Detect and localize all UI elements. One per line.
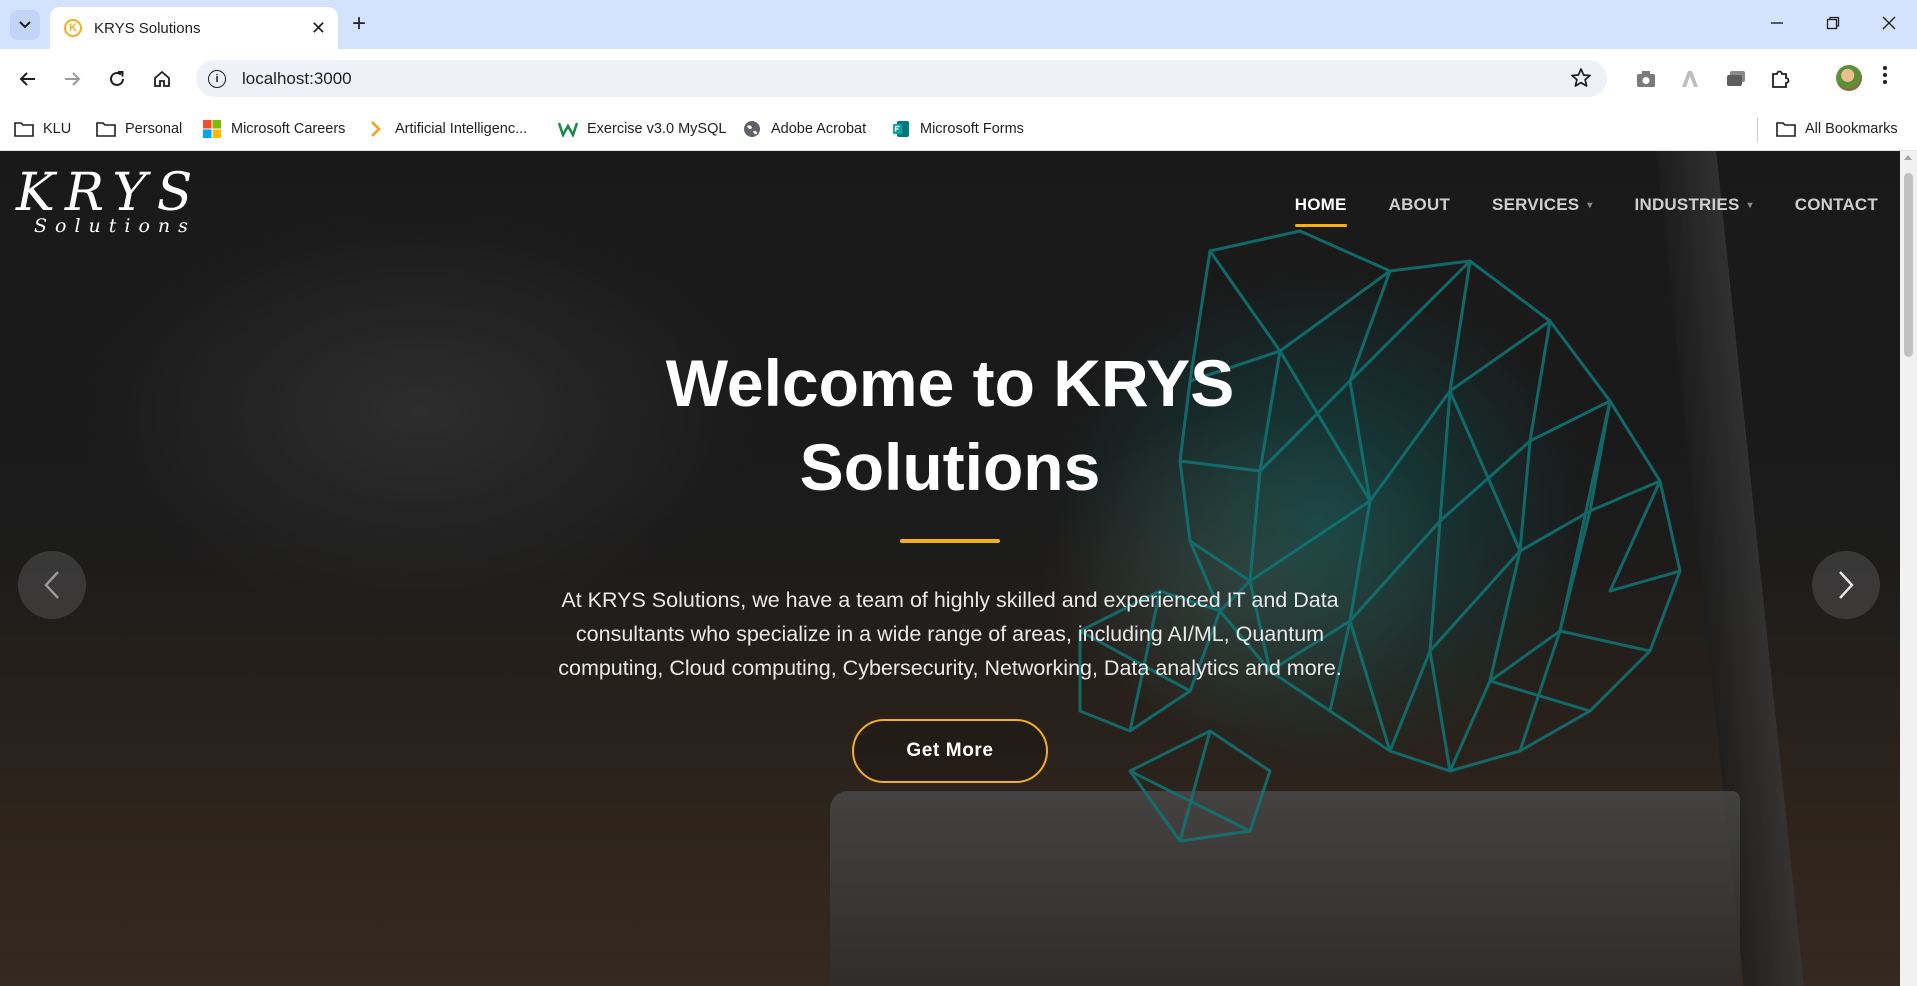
hero-accent-divider	[900, 539, 1000, 543]
nav-label: CONTACT	[1794, 195, 1878, 214]
bookmark-label: Microsoft Careers	[231, 121, 346, 137]
all-bookmarks-label: All Bookmarks	[1805, 121, 1898, 137]
globe-icon	[742, 119, 762, 139]
arrow-right-icon	[65, 72, 81, 86]
minimize-icon[interactable]	[1770, 12, 1784, 36]
restore-icon[interactable]	[1826, 12, 1840, 36]
nav-label: HOME	[1294, 195, 1347, 214]
extension-a-icon[interactable]	[1678, 67, 1702, 91]
reload-icon	[110, 71, 124, 86]
hero-description: At KRYS Solutions, we have a team of hig…	[558, 588, 1342, 680]
bookmark-label: Personal	[125, 121, 183, 137]
bookmarks-bar: KLU Personal Microsoft Careers Artificia…	[0, 109, 1917, 151]
site-info-icon[interactable]: i	[208, 69, 226, 88]
forms-icon	[891, 119, 911, 139]
hero-title: Welcome to KRYS Solutions	[500, 341, 1400, 509]
camera-icon[interactable]	[1634, 67, 1658, 91]
krys-logo[interactable]: KRYS Solutions	[16, 165, 202, 237]
carousel-next-button[interactable]	[1812, 551, 1880, 619]
arrow-left-icon	[19, 72, 35, 86]
folder-icon	[96, 119, 116, 139]
nav-services[interactable]: SERVICES ▾	[1492, 195, 1593, 215]
folder-icon	[14, 119, 34, 139]
bookmark-star-icon[interactable]	[1569, 66, 1593, 95]
chevron-right-icon	[366, 119, 386, 139]
new-tab-button[interactable]: +	[352, 12, 366, 36]
bookmark-exercise-mysql[interactable]: Exercise v3.0 MySQL	[558, 119, 726, 139]
hero-title-line1: Welcome to KRYS	[665, 346, 1235, 420]
browser-toolbar: i localhost:3000	[0, 49, 1917, 109]
bookmark-personal[interactable]: Personal	[96, 119, 182, 139]
bookmark-label: Artificial Intelligenc...	[395, 121, 528, 137]
extensions-puzzle-icon[interactable]	[1768, 67, 1792, 91]
bookmark-microsoft-forms[interactable]: Microsoft Forms	[891, 119, 1024, 139]
address-bar[interactable]: i localhost:3000	[196, 60, 1607, 97]
scrollbar-thumb[interactable]	[1904, 173, 1913, 357]
chevron-right-icon	[1839, 571, 1854, 599]
nav-contact[interactable]: CONTACT	[1795, 195, 1878, 215]
browser-tab-strip: K KRYS Solutions ✕ +	[0, 0, 1917, 49]
reload-button[interactable]	[103, 65, 131, 93]
tab-title: KRYS Solutions	[94, 19, 201, 37]
chevron-down-icon: ▾	[1587, 199, 1593, 211]
chevron-left-icon	[44, 571, 59, 599]
krys-favicon-icon: K	[64, 19, 82, 37]
nav-industries[interactable]: INDUSTRIES ▾	[1635, 195, 1753, 215]
home-button[interactable]	[148, 65, 176, 93]
nav-about[interactable]: ABOUT	[1389, 195, 1450, 215]
nav-label: ABOUT	[1388, 195, 1451, 214]
bookmarks-divider	[1757, 118, 1758, 142]
url-text: localhost:3000	[242, 68, 352, 88]
main-nav: HOME ABOUT SERVICES ▾ INDUSTRIES ▾ CONTACT	[1253, 195, 1878, 227]
page-viewport: KRYS Solutions HOME ABOUT SERVICES ▾ INDU…	[0, 151, 1900, 986]
tab-close-icon[interactable]: ✕	[311, 18, 326, 39]
all-bookmarks[interactable]: All Bookmarks	[1776, 119, 1898, 139]
bookmark-label: Adobe Acrobat	[771, 121, 867, 137]
page-scrollbar[interactable]	[1900, 151, 1917, 986]
bookmark-label: KLU	[43, 121, 72, 137]
get-more-button[interactable]: Get More	[852, 719, 1048, 783]
close-window-icon[interactable]	[1882, 12, 1896, 36]
home-icon	[154, 70, 170, 87]
chevron-down-icon: ▾	[1747, 199, 1753, 211]
browser-menu-icon[interactable]	[1882, 65, 1888, 92]
hero-title-line2: Solutions	[799, 430, 1101, 504]
scroll-up-arrow-icon[interactable]	[1904, 155, 1912, 160]
tab-groups-icon[interactable]	[1724, 67, 1748, 91]
forward-button[interactable]	[58, 65, 86, 93]
back-button[interactable]	[14, 65, 42, 93]
w-logo-icon	[558, 119, 578, 139]
hero-content: Welcome to KRYS Solutions At KRYS Soluti…	[500, 341, 1400, 783]
profile-avatar[interactable]	[1836, 65, 1862, 91]
tab-search-button[interactable]	[10, 10, 40, 40]
logo-main-text: KRYS	[16, 163, 203, 223]
browser-tab[interactable]: K KRYS Solutions ✕	[50, 7, 338, 49]
nav-label: INDUSTRIES	[1634, 195, 1740, 214]
bookmark-label: Exercise v3.0 MySQL	[587, 121, 727, 137]
nav-home[interactable]: HOME	[1294, 195, 1347, 227]
logo-sub-text: Solutions	[34, 215, 196, 237]
bookmark-adobe-acrobat[interactable]: Adobe Acrobat	[742, 119, 866, 139]
carousel-prev-button[interactable]	[18, 551, 86, 619]
bookmark-artificial-intelligence[interactable]: Artificial Intelligenc...	[366, 119, 527, 139]
chevron-down-icon	[19, 21, 31, 29]
nav-label: SERVICES	[1492, 195, 1580, 214]
bookmark-microsoft-careers[interactable]: Microsoft Careers	[202, 119, 345, 139]
microsoft-logo-icon	[202, 119, 222, 139]
bookmark-klu[interactable]: KLU	[14, 119, 71, 139]
folder-icon	[1776, 119, 1796, 139]
bookmark-label: Microsoft Forms	[920, 121, 1024, 137]
